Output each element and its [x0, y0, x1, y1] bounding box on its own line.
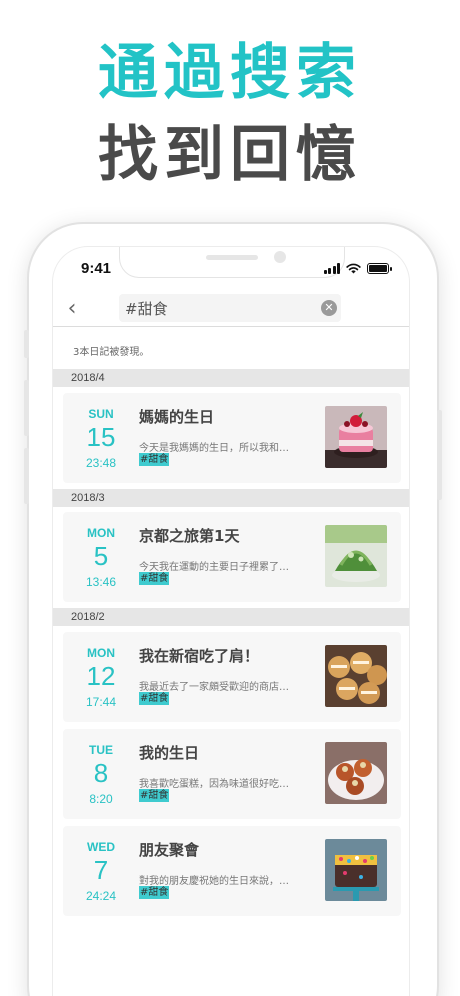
- entry-title: 我的生日: [139, 744, 200, 762]
- entry-weekday: MON: [87, 526, 115, 540]
- front-camera: [274, 251, 286, 263]
- diary-entry-card[interactable]: MON 5 13:46 京都之旅第1天 今天我在運動的主要日子裡累了… #甜食: [63, 512, 401, 602]
- entry-excerpt: 今天是我媽媽的生日，所以我和…: [139, 443, 289, 454]
- diary-entry-card[interactable]: TUE 8 8:20 我的生日 我喜歡吃蛋糕，因為味道很好吃… #甜食: [63, 729, 401, 819]
- signal-icon: [323, 263, 340, 274]
- entry-time: 13:46: [85, 575, 117, 589]
- entry-excerpt: 我喜歡吃蛋糕，因為味道很好吃…: [139, 779, 289, 790]
- entry-day: 5: [93, 541, 109, 571]
- entry-excerpt: 對我的朋友慶祝她的生日來說，…: [139, 876, 289, 887]
- entry-date: MON 5 13:46: [63, 512, 139, 602]
- month-header: 2018/3: [53, 489, 409, 507]
- entry-date: TUE 8 8:20: [63, 729, 139, 819]
- entry-time: 17:44: [85, 695, 117, 709]
- entry-thumbnail-cake: [325, 406, 387, 468]
- status-time: 9:41: [81, 260, 112, 277]
- entry-weekday: MON: [87, 646, 115, 660]
- phone-side-button: [24, 330, 29, 358]
- entry-title: 朋友聚會: [139, 841, 200, 859]
- search-bar: ‹ ✕: [53, 291, 409, 327]
- month-header: 2018/4: [53, 369, 409, 387]
- wifi-icon: [346, 263, 361, 274]
- promo-headline: 通過搜索: [98, 38, 362, 108]
- entry-thumbnail-pastries: [325, 742, 387, 804]
- entry-tag[interactable]: #甜食: [139, 453, 170, 466]
- entry-time: 24:24: [85, 889, 117, 903]
- header-divider: [53, 326, 409, 327]
- phone-volume-down-button: [24, 448, 29, 504]
- entry-time: 23:48: [85, 456, 117, 470]
- speaker-grille: [206, 255, 258, 260]
- entry-tag[interactable]: #甜食: [139, 692, 170, 705]
- entry-time: 8:20: [89, 792, 113, 806]
- entry-tag[interactable]: #甜食: [139, 572, 170, 585]
- entry-date: MON 12 17:44: [63, 632, 139, 722]
- promo-subheadline: 找到回憶: [98, 120, 362, 190]
- entry-tag[interactable]: #甜食: [139, 789, 170, 802]
- entry-title: 媽媽的生日: [139, 408, 215, 426]
- entry-excerpt: 我最近去了一家頗受歡迎的商店…: [139, 682, 289, 693]
- status-icons: [323, 263, 392, 274]
- phone-power-button: [437, 410, 442, 500]
- entry-excerpt: 今天我在運動的主要日子裡累了…: [139, 562, 289, 573]
- diary-entry-card[interactable]: WED 7 24:24 朋友聚會 對我的朋友慶祝她的生日來說，… #甜食: [63, 826, 401, 916]
- search-input[interactable]: [119, 294, 341, 322]
- entry-tag[interactable]: #甜食: [139, 886, 170, 899]
- entry-weekday: SUN: [88, 407, 114, 421]
- back-chevron-icon[interactable]: ‹: [61, 298, 83, 320]
- entry-thumbnail-sprinkle-cake: [325, 839, 387, 901]
- entry-day: 8: [93, 758, 109, 788]
- entry-day: 12: [86, 661, 116, 691]
- month-header: 2018/2: [53, 608, 409, 626]
- entry-thumbnail-cream-puffs: [325, 645, 387, 707]
- entry-title: 我在新宿吃了肩！: [139, 647, 260, 665]
- entry-thumbnail-shaved-ice: [325, 525, 387, 587]
- entry-date: SUN 15 23:48: [63, 393, 139, 483]
- entry-day: 7: [93, 855, 109, 885]
- phone-volume-up-button: [24, 380, 29, 436]
- entry-day: 15: [86, 422, 116, 452]
- app-screen: 9:41 ‹ ✕ 3本日記被發現。 2018/4 SUN 15 23:48 媽媽…: [52, 246, 410, 996]
- diary-entry-card[interactable]: MON 12 17:44 我在新宿吃了肩！ 我最近去了一家頗受歡迎的商店… #甜…: [63, 632, 401, 722]
- results-count: 3本日記被發現。: [73, 347, 150, 358]
- diary-entry-card[interactable]: SUN 15 23:48 媽媽的生日 今天是我媽媽的生日，所以我和… #甜食: [63, 393, 401, 483]
- entry-date: WED 7 24:24: [63, 826, 139, 916]
- entry-title: 京都之旅第1天: [139, 527, 240, 545]
- battery-icon: [367, 263, 392, 274]
- phone-notch: [119, 247, 345, 278]
- clear-search-icon[interactable]: ✕: [321, 300, 337, 316]
- entry-weekday: TUE: [89, 743, 113, 757]
- entry-weekday: WED: [87, 840, 115, 854]
